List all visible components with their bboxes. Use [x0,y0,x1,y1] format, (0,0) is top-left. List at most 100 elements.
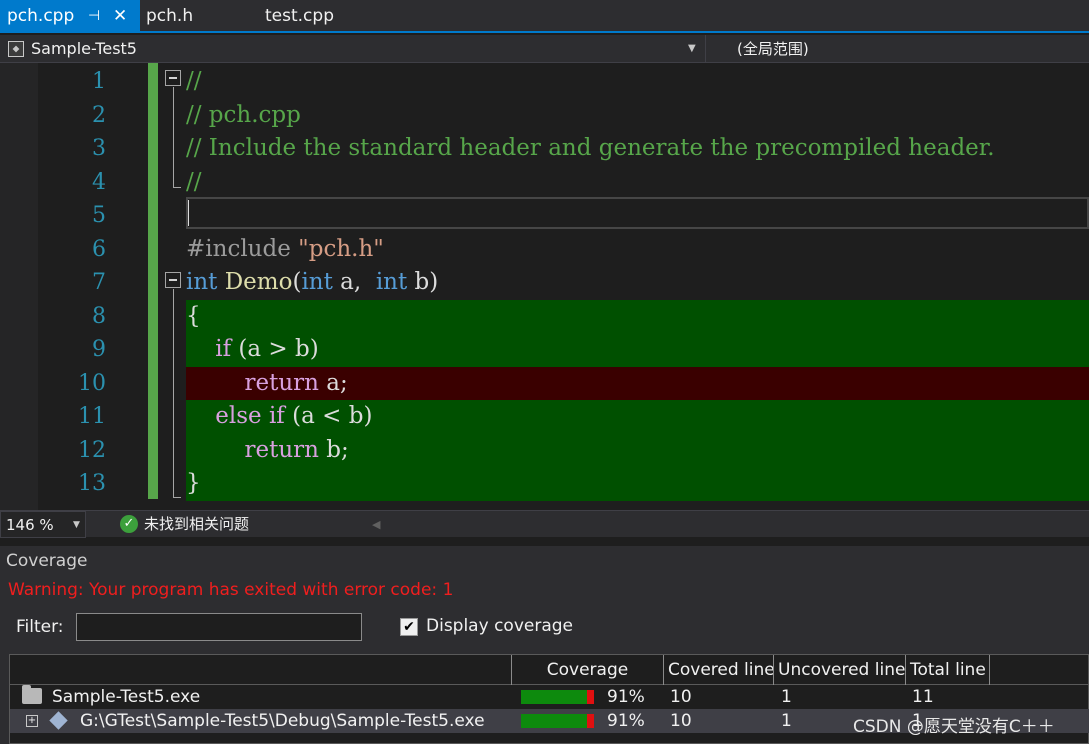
folder-icon [22,685,42,704]
outline-guide [173,289,174,497]
collapse-icon[interactable] [165,70,181,86]
zoom-dropdown[interactable]: 146 % ▼ [0,511,86,538]
code-line[interactable]: } [186,467,1089,501]
code-line[interactable]: // [186,65,1089,99]
table-header: Coverage Covered line Uncovered line Tot… [10,655,1089,685]
column-header-name[interactable] [10,655,512,685]
table-row[interactable]: Sample-Test5.exe 91% 10 1 11 [10,685,1089,709]
tab-test-cpp[interactable]: test.cpp [265,0,334,33]
line-number: 2 [92,102,106,128]
code-token: b) [407,269,439,295]
code-token: int [186,269,218,295]
warning-message: Warning: Your program has exited with er… [8,580,454,600]
scroll-left-icon[interactable]: ◀ [372,511,380,538]
uncovered-count: 1 [781,711,792,731]
code-line[interactable]: return b; [186,433,1089,467]
line-number: 6 [92,236,106,262]
line-number: 11 [78,404,106,429]
code-token: #include [186,235,299,262]
editor-status-bar: 146 % ▼ ✓ 未找到相关问题 ◀ [0,510,1089,538]
code-token: return [244,369,319,396]
code-token: "pch.h" [298,235,384,262]
column-header-covered[interactable]: Covered line [664,655,774,685]
tab-label: test.cpp [265,6,334,26]
code-token: a, [332,269,376,295]
outline-guide [173,87,174,187]
coverage-bar-fill [521,714,588,728]
watermark: CSDN @愿天堂没有C＋＋ [853,717,1055,737]
chevron-down-icon[interactable]: ▼ [73,512,80,538]
outline-guide-end [173,187,181,188]
pin-icon[interactable]: ⊣ [88,0,100,33]
filter-input[interactable] [76,613,362,641]
code-line[interactable]: // Include the standard header and gener… [186,132,1089,166]
code-line[interactable]: { [186,299,1089,333]
tab-pch-cpp[interactable]: pch.cpp ⊣ ✕ [0,0,140,33]
code-line[interactable]: // pch.cpp [186,99,1089,133]
chevron-down-icon[interactable]: ▼ [688,38,696,60]
coverage-percent: 91% [607,687,645,707]
tab-label: pch.h [146,6,194,26]
row-name: G:\GTest\Sample-Test5\Debug\Sample-Test5… [80,711,485,731]
code-line[interactable] [186,199,1089,233]
code-line[interactable]: else if (a < b) [186,400,1089,434]
code-line[interactable]: return a; [186,366,1089,400]
column-header-uncovered[interactable]: Uncovered line [774,655,906,685]
code-line[interactable]: #include "pch.h" [186,233,1089,267]
code-token: else [215,403,262,429]
code-token: return [244,436,319,463]
column-header-total[interactable]: Total line [906,655,990,685]
covered-count: 10 [670,711,692,731]
project-name: Sample-Test5 [31,39,137,58]
line-number: 3 [92,136,106,161]
coverage-bar [521,714,594,728]
coverage-bar-fill [521,690,588,704]
code-token: // pch.cpp [186,101,301,128]
column-header-coverage[interactable]: Coverage [512,655,664,685]
line-number-gutter: 1 2 3 4 5 6 7 8 9 10 11 12 13 [38,63,148,510]
code-line[interactable]: if (a > b) [186,333,1089,367]
issues-status[interactable]: 未找到相关问题 [144,511,249,538]
code-token: if [215,336,232,362]
project-icon [8,41,24,57]
line-number: 12 [78,437,106,463]
line-number: 9 [92,337,106,362]
line-number: 4 [92,169,106,195]
code-editor[interactable]: 1 2 3 4 5 6 7 8 9 10 11 12 13 //// pch.cpp// Include… [0,63,1089,510]
scope-dropdown[interactable]: (全局范围) [737,38,809,60]
code-token: int [301,269,333,295]
check-circle-icon: ✓ [120,515,138,533]
total-count: 11 [912,687,934,707]
expand-icon[interactable]: + [26,715,38,727]
code-line[interactable]: int Demo(int a, int b) [186,266,1089,300]
filter-label: Filter: [16,617,64,637]
display-coverage-label[interactable]: Display coverage [426,616,573,636]
line-number: 5 [92,203,106,228]
project-dropdown[interactable]: Sample-Test5 ▼ [4,38,704,60]
code-line[interactable]: // [186,166,1089,200]
display-coverage-checkbox[interactable]: ✔ [400,618,418,636]
collapse-icon[interactable] [165,272,181,288]
close-icon[interactable]: ✕ [113,0,127,33]
code-token: (a > b) [231,336,319,362]
line-number: 10 [78,370,106,396]
code-token: Demo [224,269,293,295]
code-token: // Include the standard header and gener… [186,135,995,161]
code-token: (a < b) [284,403,373,429]
tab-pch-h[interactable]: pch.h [146,0,193,33]
code-token: int [375,269,408,295]
row-name: Sample-Test5.exe [52,687,201,707]
document-tab-bar: pch.cpp ⊣ ✕ pch.h test.cpp [0,0,1089,33]
code-token: b; [318,436,349,463]
code-token: // [186,68,202,94]
code-token: } [186,470,201,496]
code-token: { [186,302,201,329]
covered-count: 10 [670,687,692,707]
module-icon [49,711,68,730]
